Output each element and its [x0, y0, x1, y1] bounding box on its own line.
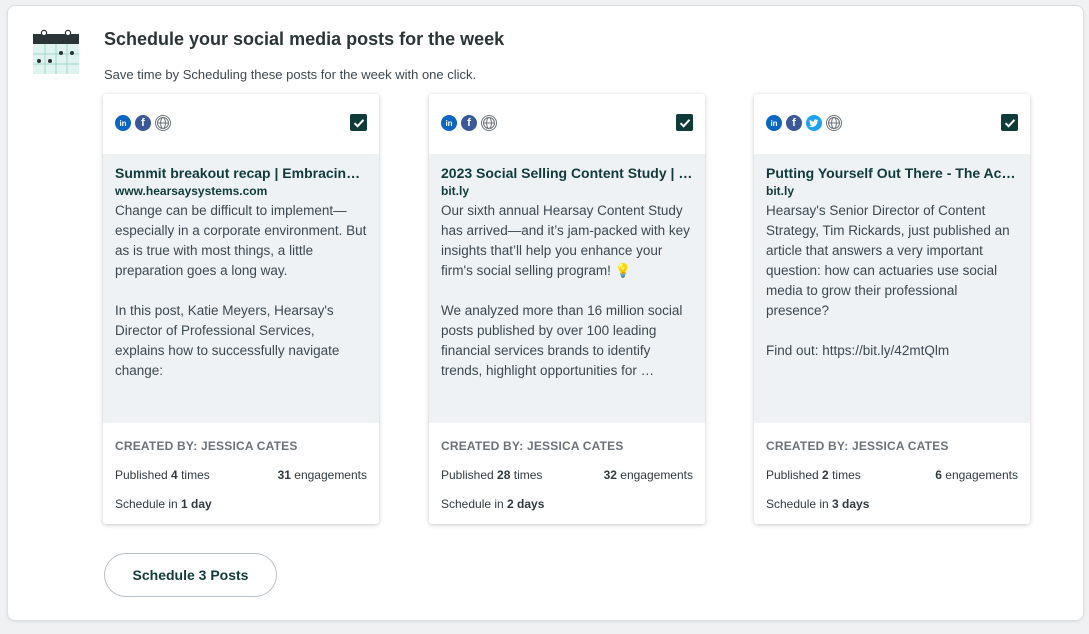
network-icons: in f: [441, 115, 497, 131]
card-header: in f: [103, 94, 379, 154]
post-card[interactable]: in f Putting Yourself Out There - The Ac…: [754, 94, 1030, 524]
globe-icon: [826, 115, 842, 131]
calendar-icon: [33, 29, 79, 74]
checkmark-icon: [679, 118, 690, 128]
published-count: Published 4 times: [115, 468, 210, 482]
schedule-panel: Schedule your social media posts for the…: [7, 5, 1084, 621]
created-by: CREATED BY: JESSICA CATES: [766, 439, 949, 453]
network-icons: in f: [115, 115, 171, 131]
engagements-count: 6 engagements: [935, 468, 1018, 482]
checkmark-icon: [1004, 118, 1015, 128]
globe-icon: [155, 115, 171, 131]
card-footer: CREATED BY: JESSICA CATES Published 2 ti…: [766, 439, 1018, 511]
post-title[interactable]: Summit breakout recap | Embracing change…: [115, 164, 367, 182]
post-preview: Summit breakout recap | Embracing change…: [103, 154, 379, 423]
select-checkbox[interactable]: [1001, 114, 1018, 131]
post-card[interactable]: in f Summit breakout recap | Embracing c…: [103, 94, 379, 524]
post-preview: Putting Yourself Out There - The Actuary…: [754, 154, 1030, 423]
post-title[interactable]: Putting Yourself Out There - The Actuary…: [766, 164, 1018, 182]
schedule-info: Schedule in 1 day: [115, 497, 212, 511]
post-title[interactable]: 2023 Social Selling Content Study | Hear…: [441, 164, 693, 182]
post-domain: bit.ly: [441, 184, 470, 198]
schedule-info: Schedule in 3 days: [766, 497, 870, 511]
post-text: Our sixth annual Hearsay Content Study h…: [441, 203, 690, 378]
published-count: Published 2 times: [766, 468, 861, 482]
twitter-icon: [806, 115, 822, 131]
globe-icon: [481, 115, 497, 131]
facebook-icon: f: [135, 115, 151, 131]
linkedin-icon: in: [441, 115, 457, 131]
page-subtitle: Save time by Scheduling these posts for …: [104, 67, 477, 82]
post-card[interactable]: in f 2023 Social Selling Content Study |…: [429, 94, 705, 524]
select-checkbox[interactable]: [350, 114, 367, 131]
engagements-count: 31 engagements: [277, 468, 367, 482]
page-title: Schedule your social media posts for the…: [104, 29, 505, 49]
facebook-icon: f: [461, 115, 477, 131]
post-domain: www.hearsaysystems.com: [115, 184, 268, 198]
post-preview: 2023 Social Selling Content Study | Hear…: [429, 154, 705, 423]
linkedin-icon: in: [766, 115, 782, 131]
post-text: Hearsay's Senior Director of Content Str…: [766, 203, 1010, 358]
post-text: Change can be difficult to implement—esp…: [115, 203, 367, 378]
post-domain: bit.ly: [766, 184, 795, 198]
card-header: in f: [429, 94, 705, 154]
card-footer: CREATED BY: JESSICA CATES Published 4 ti…: [115, 439, 367, 511]
network-icons: in f: [766, 115, 842, 131]
select-checkbox[interactable]: [676, 114, 693, 131]
schedule-info: Schedule in 2 days: [441, 497, 545, 511]
checkmark-icon: [353, 118, 364, 128]
schedule-posts-button[interactable]: Schedule 3 Posts: [104, 553, 277, 597]
linkedin-icon: in: [115, 115, 131, 131]
created-by: CREATED BY: JESSICA CATES: [441, 439, 624, 453]
created-by: CREATED BY: JESSICA CATES: [115, 439, 298, 453]
card-header: in f: [754, 94, 1030, 154]
facebook-icon: f: [786, 115, 802, 131]
published-count: Published 28 times: [441, 468, 543, 482]
engagements-count: 32 engagements: [603, 468, 693, 482]
card-footer: CREATED BY: JESSICA CATES Published 28 t…: [441, 439, 693, 511]
